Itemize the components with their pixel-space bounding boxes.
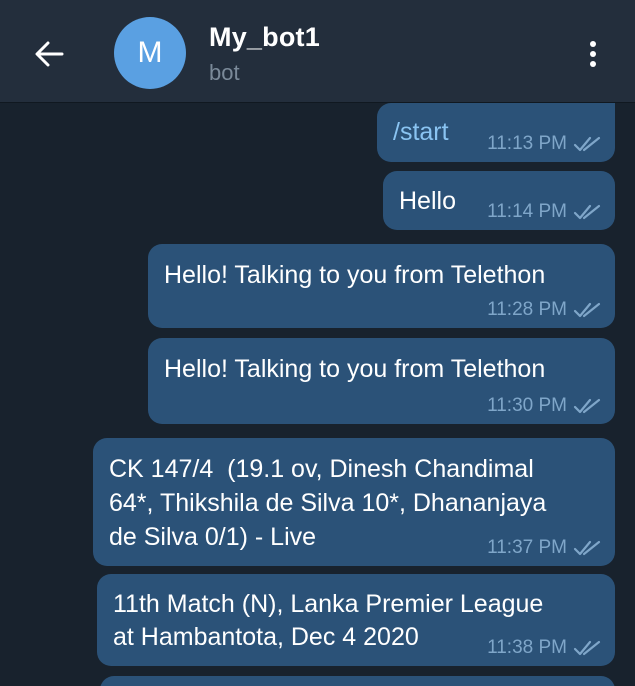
chat-title[interactable]: My_bot1 <box>209 22 320 53</box>
chat-screen: M My_bot1 bot /start 11:13 PM Hello 11:1… <box>0 0 635 686</box>
double-check-icon <box>573 398 601 414</box>
chat-subtitle: bot <box>209 60 240 85</box>
message-time: 11:13 PM <box>487 133 567 154</box>
message-time: 11:28 PM <box>487 299 567 320</box>
message-time: 11:37 PM <box>487 537 567 558</box>
double-check-icon <box>573 136 601 152</box>
message-bubble[interactable]: Hello 11:14 PM <box>383 171 615 230</box>
message-bubble[interactable]: CK 147/4 (19.1 ov, Dinesh Chandimal 64*,… <box>93 438 615 566</box>
avatar-letter: M <box>137 36 163 69</box>
message-bubble[interactable] <box>100 676 615 686</box>
message-meta: 11:14 PM <box>487 201 601 223</box>
double-check-icon <box>573 640 601 656</box>
double-check-icon <box>573 204 601 220</box>
arrow-left-icon <box>35 41 64 67</box>
message-meta: 11:28 PM <box>487 299 601 321</box>
message-text: Hello! Talking to you from Telethon <box>164 355 546 383</box>
message-bubble[interactable]: /start 11:13 PM <box>377 103 615 162</box>
message-text: Hello <box>399 187 456 215</box>
more-options-button[interactable] <box>572 30 614 78</box>
message-time: 11:38 PM <box>487 637 567 658</box>
message-meta: 11:38 PM <box>487 637 601 659</box>
message-bubble[interactable]: Hello! Talking to you from Telethon 11:3… <box>148 338 615 424</box>
message-meta: 11:30 PM <box>487 395 601 417</box>
message-text: CK 147/4 (19.1 ov, Dinesh Chandimal 64*,… <box>109 455 547 551</box>
message-meta: 11:37 PM <box>487 537 601 559</box>
more-vertical-icon <box>590 41 596 47</box>
double-check-icon <box>573 540 601 556</box>
message-text[interactable]: /start <box>393 115 449 149</box>
message-text: 11th Match (N), Lanka Premier League at … <box>113 590 544 651</box>
message-text: Hello! Talking to you from Telethon <box>164 261 546 289</box>
avatar[interactable]: M <box>114 17 186 89</box>
double-check-icon <box>573 302 601 318</box>
message-bubble[interactable]: Hello! Talking to you from Telethon 11:2… <box>148 244 615 328</box>
message-meta: 11:13 PM <box>487 133 601 155</box>
chat-header: M My_bot1 bot <box>0 0 635 103</box>
message-bubble[interactable]: 11th Match (N), Lanka Premier League at … <box>97 574 615 666</box>
message-time: 11:30 PM <box>487 395 567 416</box>
back-button[interactable] <box>20 29 78 79</box>
message-time: 11:14 PM <box>487 201 567 222</box>
